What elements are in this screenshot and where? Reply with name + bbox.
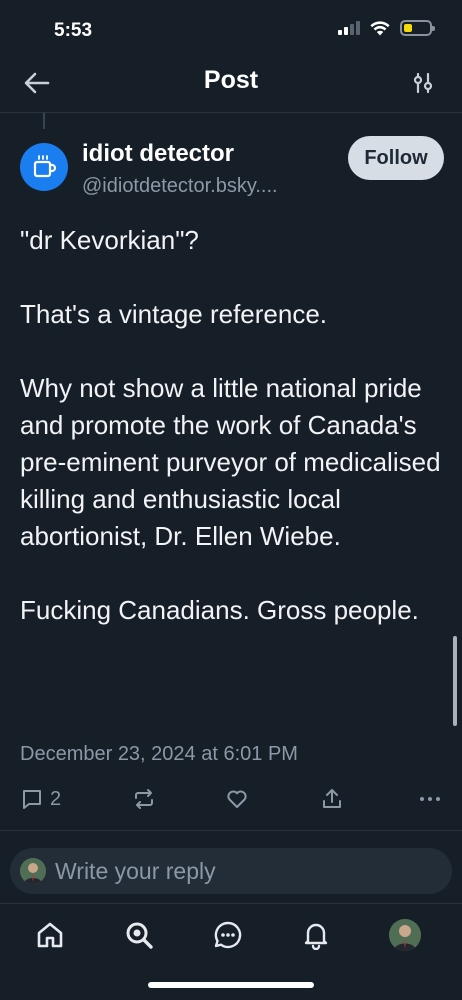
post-paragraph: Why not show a little national pride and… bbox=[20, 373, 441, 551]
more-icon bbox=[420, 797, 440, 801]
author-name[interactable]: idiot detector bbox=[82, 140, 234, 168]
tab-bar-divider bbox=[0, 903, 462, 904]
post-timestamp: December 23, 2024 at 6:01 PM bbox=[20, 743, 298, 765]
tab-profile[interactable] bbox=[385, 915, 425, 955]
post-paragraph: "dr Kevorkian"? bbox=[20, 225, 199, 255]
notifications-icon bbox=[304, 923, 328, 950]
home-indicator bbox=[148, 982, 314, 988]
home-icon bbox=[37, 922, 63, 948]
reply-composer[interactable]: Write your reply bbox=[10, 848, 452, 894]
search-icon bbox=[126, 922, 153, 949]
sliders-icon bbox=[413, 72, 433, 94]
battery-icon bbox=[400, 20, 435, 36]
more-options-button[interactable] bbox=[418, 784, 442, 814]
thread-options-button[interactable] bbox=[408, 68, 438, 98]
heart-icon bbox=[227, 790, 247, 808]
tab-search[interactable] bbox=[119, 915, 159, 955]
chat-icon bbox=[214, 921, 242, 949]
coffee-cup-icon bbox=[33, 155, 57, 178]
thread-connector-line bbox=[43, 113, 45, 129]
share-button[interactable] bbox=[320, 784, 344, 814]
post-author: idiot detector @idiotdetector.bsky.... F… bbox=[18, 136, 444, 200]
post-paragraph: That's a vintage reference. bbox=[20, 299, 328, 329]
reply-button[interactable]: 2 bbox=[20, 784, 61, 814]
follow-button[interactable]: Follow bbox=[348, 136, 444, 180]
profile-avatar bbox=[389, 919, 421, 951]
tab-notifications[interactable] bbox=[296, 915, 336, 955]
status-bar: 5:53 bbox=[0, 0, 462, 60]
header-divider bbox=[0, 112, 462, 113]
post-text: "dr Kevorkian"? That's a vintage referen… bbox=[20, 222, 448, 666]
actions-divider bbox=[0, 830, 462, 831]
reply-count: 2 bbox=[50, 787, 62, 810]
repost-button[interactable] bbox=[132, 784, 156, 814]
status-icons bbox=[338, 20, 435, 36]
tab-home[interactable] bbox=[30, 915, 70, 955]
reply-icon bbox=[23, 790, 41, 809]
scrollbar[interactable] bbox=[453, 636, 457, 726]
author-handle[interactable]: @idiotdetector.bsky.... bbox=[82, 175, 278, 198]
status-time: 5:53 bbox=[54, 20, 93, 41]
reply-input[interactable]: Write your reply bbox=[55, 858, 216, 885]
user-avatar bbox=[20, 858, 46, 884]
share-icon bbox=[323, 789, 341, 808]
repost-icon bbox=[135, 789, 153, 809]
like-button[interactable] bbox=[225, 784, 249, 814]
page-title: Post bbox=[203, 66, 259, 94]
author-avatar[interactable] bbox=[20, 143, 68, 191]
tab-chat[interactable] bbox=[208, 915, 248, 955]
cellular-signal-icon bbox=[338, 21, 360, 35]
post-actions: 2 bbox=[20, 784, 442, 816]
bottom-tab-bar bbox=[0, 915, 462, 955]
nav-header: Post bbox=[0, 58, 462, 106]
post-paragraph: Fucking Canadians. Gross people. bbox=[20, 595, 419, 625]
wifi-icon bbox=[370, 20, 390, 35]
